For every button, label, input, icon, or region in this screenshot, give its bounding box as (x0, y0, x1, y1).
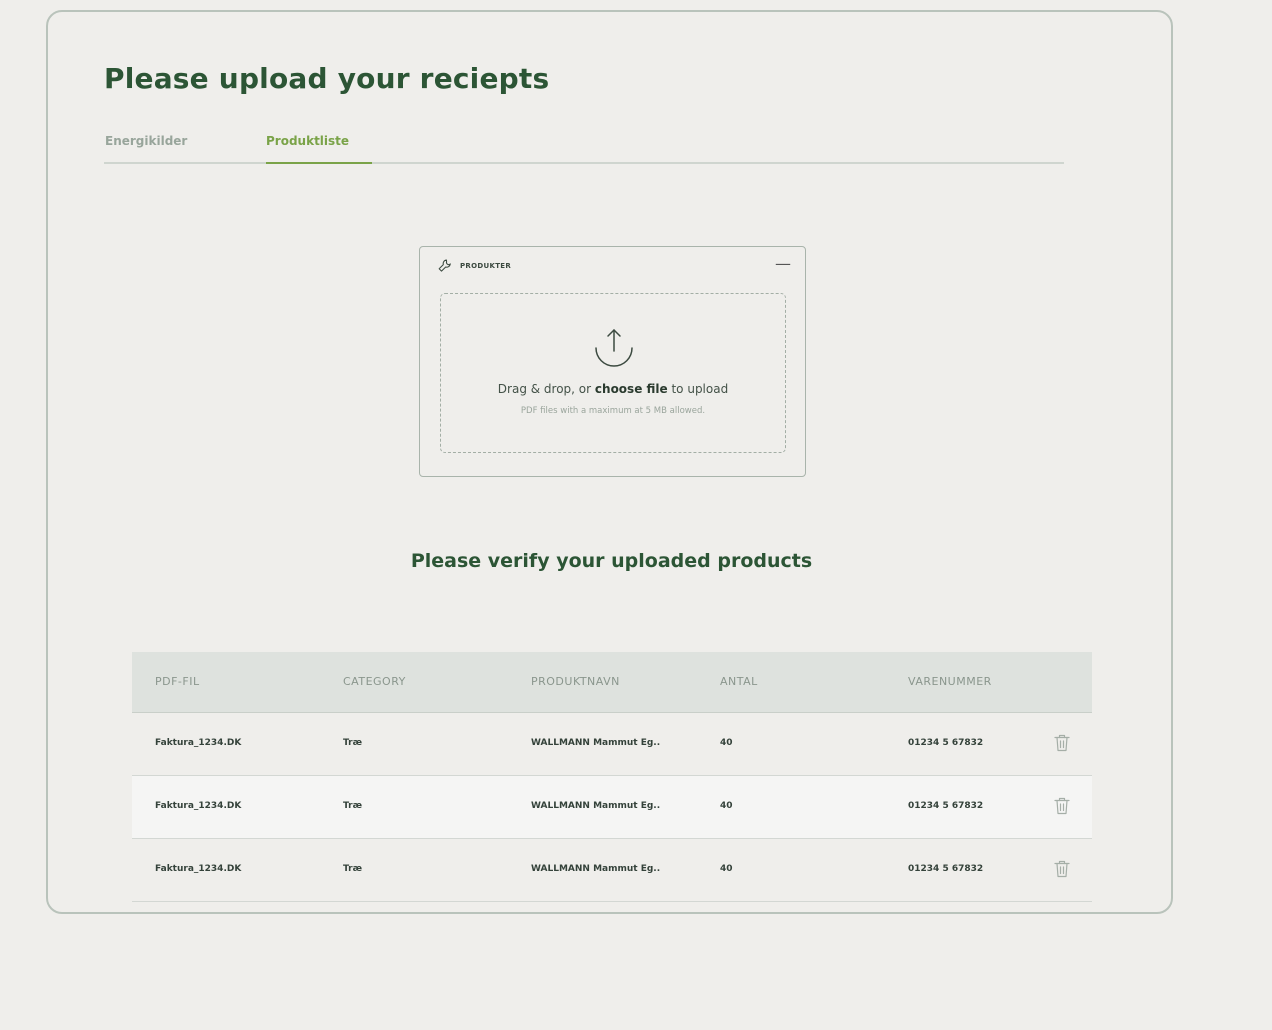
file-dropzone[interactable]: Drag & drop, or choose file to upload PD… (440, 293, 786, 453)
cell-varenummer: 01234 5 67832 (908, 738, 984, 748)
tab-produktliste[interactable]: Produktliste (266, 134, 349, 148)
column-header-antal: ANTAL (720, 675, 758, 688)
verify-title: Please verify your uploaded products (410, 550, 813, 572)
tab-energikilder[interactable]: Energikilder (105, 134, 187, 148)
cell-pdf-fil: Faktura_1234.DK (155, 738, 242, 748)
table-row: Faktura_1234.DK Træ WALLMANN Mammut Eg..… (132, 713, 1092, 776)
wrench-icon (438, 257, 452, 276)
column-header-pdf-fil: PDF-FIL (155, 675, 200, 688)
active-tab-indicator (266, 162, 372, 164)
upload-hint: PDF files with a maximum at 5 MB allowed… (520, 406, 706, 416)
dropzone-instructions: Drag & drop, or choose file to upload (441, 382, 785, 396)
cell-antal: 40 (720, 801, 733, 811)
cell-produktnavn: WALLMANN Mammut Eg.. (531, 801, 661, 811)
column-header-varenummer: VARENUMMER (908, 675, 992, 688)
cell-antal: 40 (720, 738, 733, 748)
trash-icon[interactable] (1054, 734, 1070, 756)
column-header-category: CATEGORY (343, 675, 406, 688)
minimize-button[interactable]: — (775, 254, 791, 274)
drop-text-after: to upload (667, 382, 729, 396)
cell-antal: 40 (720, 864, 733, 874)
trash-icon[interactable] (1054, 860, 1070, 882)
tab-bar: Energikilder Produktliste (104, 130, 1064, 164)
table-header: PDF-FIL CATEGORY PRODUKTNAVN ANTAL VAREN… (132, 652, 1092, 713)
upload-arrow-icon (593, 326, 635, 372)
cell-category: Træ (343, 801, 363, 811)
table-row: Faktura_1234.DK Træ WALLMANN Mammut Eg..… (132, 776, 1092, 839)
cell-pdf-fil: Faktura_1234.DK (155, 864, 242, 874)
column-header-produktnavn: PRODUKTNAVN (531, 675, 620, 688)
choose-file-link[interactable]: choose file (595, 382, 668, 396)
upload-card: Please upload your reciepts Energikilder… (46, 10, 1173, 914)
panel-header: PRODUKTER — (438, 254, 791, 277)
cell-pdf-fil: Faktura_1234.DK (155, 801, 242, 811)
cell-category: Træ (343, 738, 363, 748)
cell-category: Træ (343, 864, 363, 874)
cell-produktnavn: WALLMANN Mammut Eg.. (531, 864, 661, 874)
products-table: PDF-FIL CATEGORY PRODUKTNAVN ANTAL VAREN… (132, 652, 1092, 902)
cell-produktnavn: WALLMANN Mammut Eg.. (531, 738, 661, 748)
drop-text-before: Drag & drop, or (497, 382, 595, 396)
cell-varenummer: 01234 5 67832 (908, 801, 984, 811)
cell-varenummer: 01234 5 67832 (908, 864, 984, 874)
trash-icon[interactable] (1054, 797, 1070, 819)
panel-title: PRODUKTER (460, 262, 512, 270)
table-row: Faktura_1234.DK Træ WALLMANN Mammut Eg..… (132, 839, 1092, 902)
upload-panel: PRODUKTER — Drag & drop, or choose file … (419, 246, 806, 477)
page-title: Please upload your reciepts (104, 62, 550, 95)
